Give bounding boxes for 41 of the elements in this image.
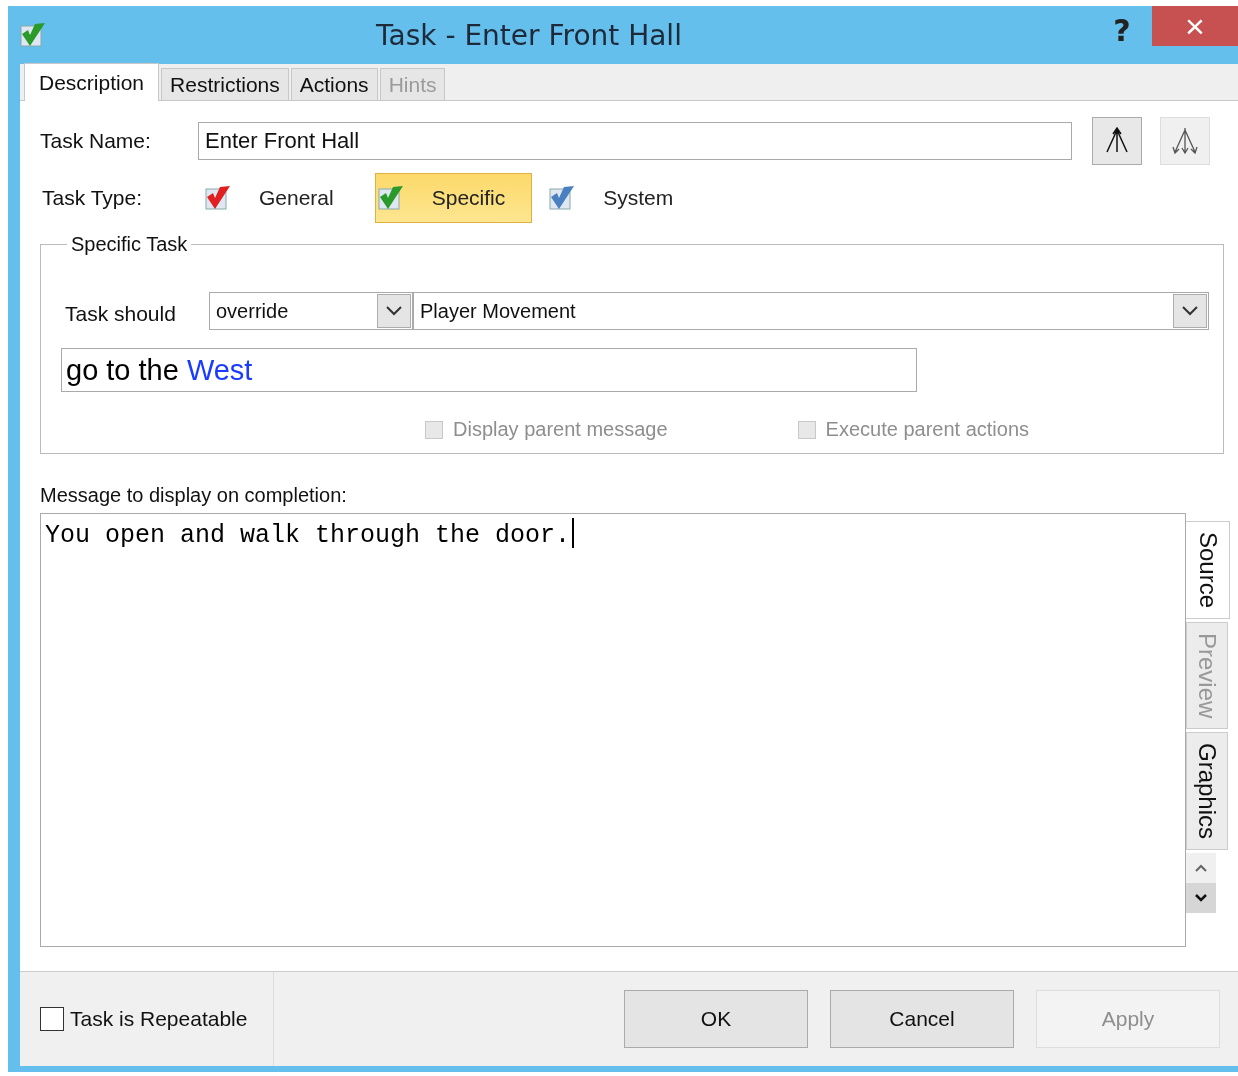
- checkbox-label: Display parent message: [453, 418, 668, 441]
- view-tab[interactable]: Graphics: [1186, 732, 1228, 851]
- field-label: Task should: [65, 302, 177, 326]
- dialog-button[interactable]: OK: [624, 990, 808, 1048]
- split-button[interactable]: [1160, 117, 1210, 165]
- help-button[interactable]: ?: [1092, 10, 1152, 50]
- dropdown-button[interactable]: [377, 294, 411, 328]
- checkbox-label: Execute parent actions: [825, 418, 1030, 441]
- task-type-option[interactable]: Specific: [374, 173, 533, 223]
- field-label: Task Type:: [42, 186, 143, 210]
- arrows-fork-icon: [1172, 126, 1198, 156]
- move-up-button[interactable]: [1092, 117, 1142, 165]
- task-name-field[interactable]: Enter Front Hall: [198, 122, 1072, 160]
- app-icon: [20, 22, 46, 48]
- dropdown-button[interactable]: [1173, 294, 1207, 328]
- dialog-button[interactable]: Cancel: [830, 990, 1014, 1048]
- reference-word: West: [186, 353, 253, 387]
- message-editor[interactable]: You open and walk through the door.: [40, 513, 1186, 947]
- mode-dropdown[interactable]: override: [209, 292, 413, 330]
- expression-text: go to the: [66, 353, 179, 387]
- chevron-down-icon: [1195, 894, 1207, 903]
- checkbox-label: Task is Repeatable: [70, 1007, 248, 1031]
- task-type-option[interactable]: General: [202, 173, 361, 223]
- scroll-up-button[interactable]: [1186, 853, 1216, 884]
- tab[interactable]: Actions: [290, 68, 378, 100]
- window-title: Task - Enter Front Hall: [375, 18, 683, 52]
- chevron-down-icon: [1182, 306, 1198, 316]
- chevron-up-icon: [1195, 864, 1207, 873]
- scroll-down-button[interactable]: [1186, 883, 1216, 914]
- view-tab[interactable]: Source: [1186, 521, 1230, 620]
- close-button[interactable]: ×: [1152, 6, 1238, 46]
- group-title: Specific Task: [70, 233, 189, 256]
- checkbox[interactable]: [40, 1007, 64, 1031]
- tab[interactable]: Description: [24, 63, 160, 101]
- field-label: Message to display on completion:: [40, 484, 348, 507]
- task-type-option[interactable]: System: [546, 173, 701, 223]
- expression-field[interactable]: go to the West: [61, 348, 917, 392]
- field-label: Task Name:: [40, 129, 152, 153]
- target-dropdown[interactable]: Player Movement: [413, 292, 1209, 330]
- tab[interactable]: Restrictions: [161, 68, 289, 100]
- chevron-down-icon: [386, 306, 402, 316]
